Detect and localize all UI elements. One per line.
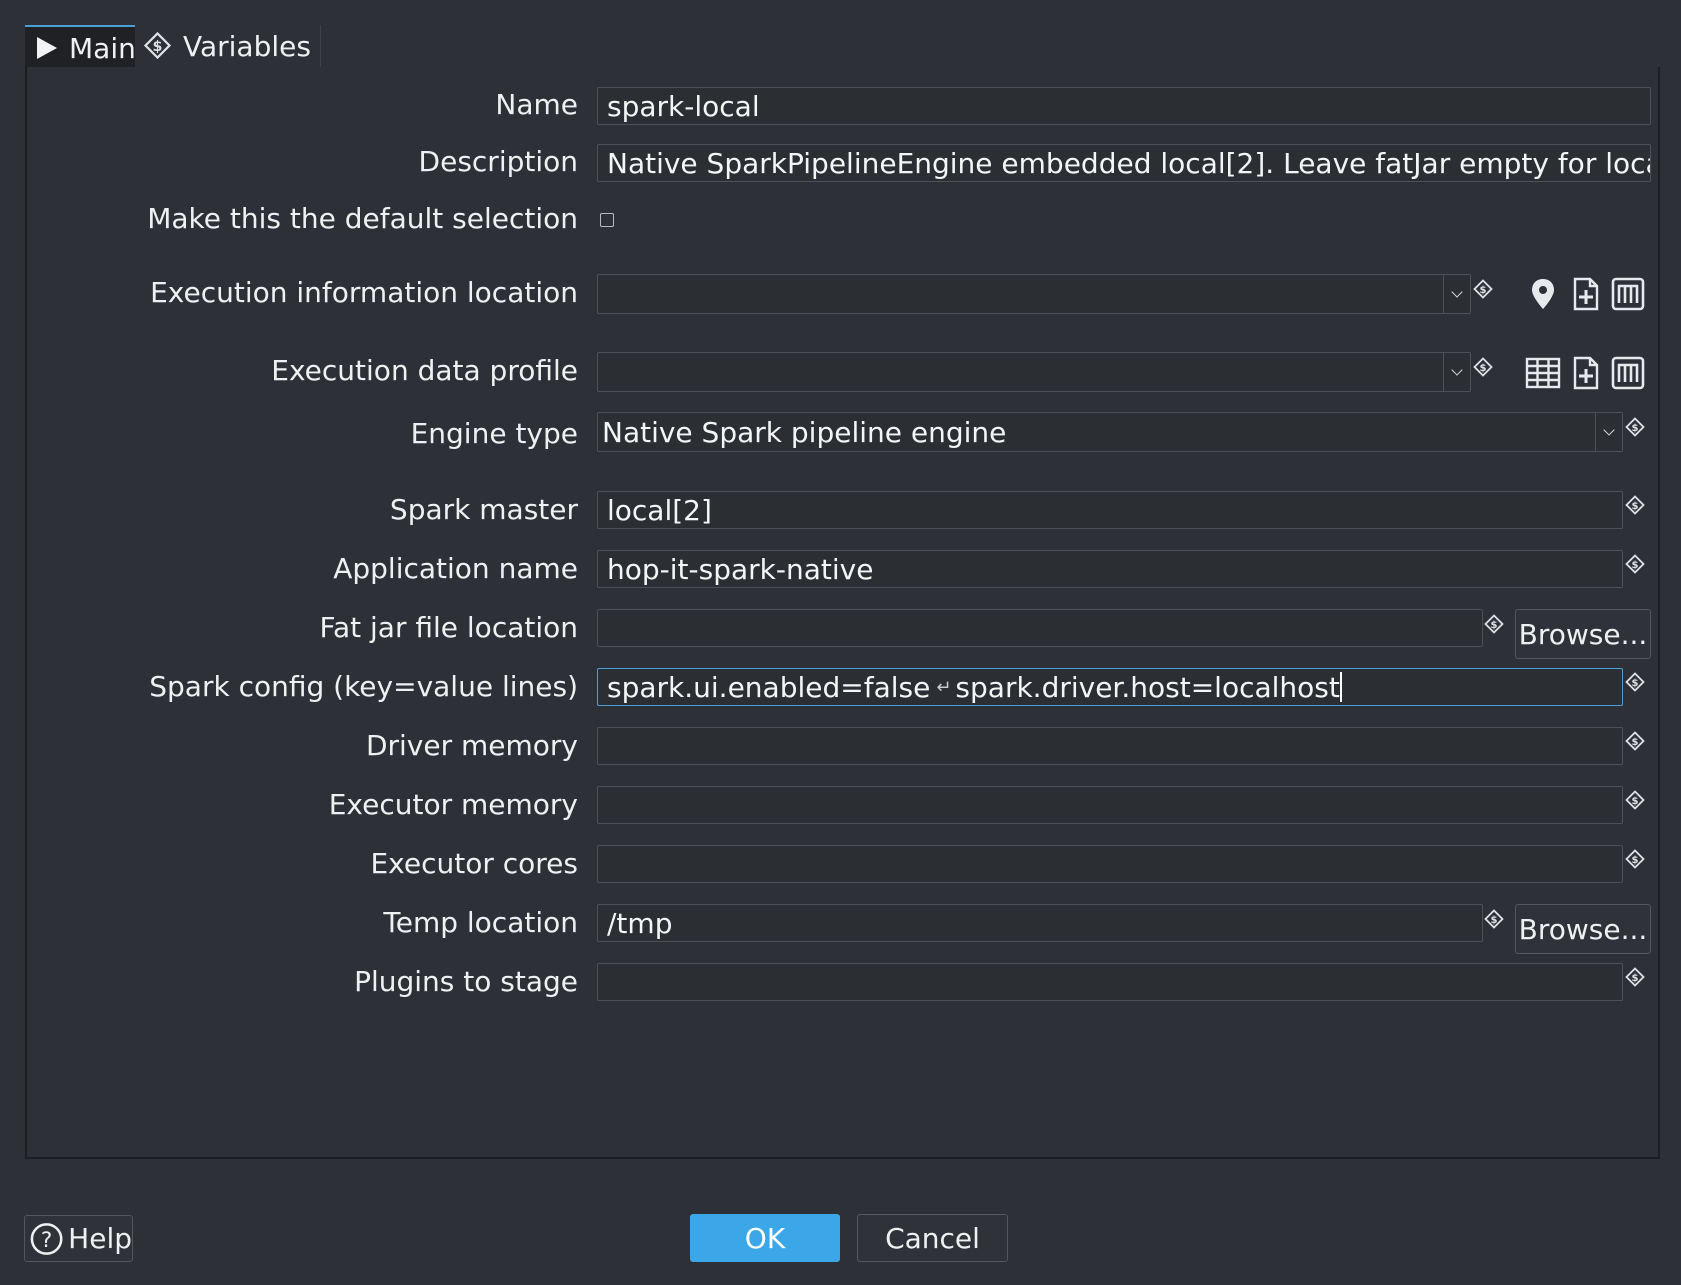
svg-text:$: $	[1632, 737, 1639, 748]
tab-main-label: Main	[69, 31, 136, 65]
exec-data-profile-label: Execution data profile	[271, 354, 578, 387]
svg-text:?: ?	[41, 1227, 52, 1252]
exec-info-location-label: Execution information location	[150, 276, 578, 309]
executor-cores-label: Executor cores	[370, 847, 578, 880]
executor-memory-label: Executor memory	[328, 788, 578, 821]
spark-config-input[interactable]: spark.ui.enabled=false ↵ spark.driver.ho…	[597, 668, 1623, 706]
variable-icon[interactable]: $	[1625, 417, 1645, 437]
svg-text:$: $	[1632, 501, 1639, 512]
variable-dollar-icon: $	[143, 31, 172, 60]
engine-type-combo[interactable]: Native Spark pipeline engine	[597, 412, 1623, 452]
description-input[interactable]: Native SparkPipelineEngine embedded loca…	[597, 144, 1651, 182]
fat-jar-input[interactable]	[597, 609, 1483, 647]
data-profile-grid-icon[interactable]	[1525, 355, 1561, 391]
svg-text:$: $	[153, 39, 163, 55]
spark-master-label: Spark master	[389, 493, 578, 526]
new-file-icon[interactable]	[1568, 355, 1604, 391]
variable-icon[interactable]: $	[1625, 790, 1645, 810]
spark-config-label: Spark config (key=value lines)	[149, 670, 578, 703]
new-file-icon[interactable]	[1568, 276, 1604, 312]
svg-text:$: $	[1491, 915, 1498, 926]
metadata-icon[interactable]	[1610, 355, 1646, 391]
app-name-input[interactable]: hop-it-spark-native	[597, 550, 1623, 588]
engine-type-label: Engine type	[410, 417, 578, 450]
metadata-icon[interactable]	[1610, 276, 1646, 312]
driver-memory-input[interactable]	[597, 727, 1623, 765]
svg-text:$: $	[1480, 285, 1487, 296]
plugins-to-stage-label: Plugins to stage	[354, 965, 578, 998]
default-selection-label: Make this the default selection	[147, 202, 578, 235]
executor-cores-input[interactable]	[597, 845, 1623, 883]
play-icon	[37, 37, 57, 59]
temp-location-input[interactable]: /tmp	[597, 904, 1483, 942]
default-selection-checkbox[interactable]	[600, 213, 614, 227]
temp-location-browse-button[interactable]: Browse...	[1515, 904, 1651, 954]
exec-data-profile-combo[interactable]	[597, 352, 1471, 392]
variable-icon[interactable]: $	[1625, 672, 1645, 692]
help-icon: ?	[30, 1222, 63, 1255]
svg-text:$: $	[1632, 423, 1639, 434]
spark-master-input[interactable]: local[2]	[597, 491, 1623, 529]
svg-text:$: $	[1480, 363, 1487, 374]
chevron-down-icon[interactable]	[1443, 353, 1470, 391]
engine-type-value: Native Spark pipeline engine	[602, 415, 1007, 449]
svg-text:$: $	[1632, 678, 1639, 689]
plugins-to-stage-input[interactable]	[597, 963, 1623, 1001]
svg-text:$: $	[1491, 620, 1498, 631]
spark-config-line-2: spark.driver.host=localhost	[955, 670, 1340, 704]
name-label: Name	[495, 88, 578, 121]
app-name-label: Application name	[333, 552, 578, 585]
line-break-icon: ↵	[936, 676, 952, 698]
svg-text:$: $	[1632, 560, 1639, 571]
variable-icon[interactable]: $	[1625, 731, 1645, 751]
variable-icon[interactable]: $	[1473, 279, 1493, 299]
spark-config-line-1: spark.ui.enabled=false	[607, 670, 931, 704]
location-pin-icon[interactable]	[1525, 276, 1561, 312]
tab-variables[interactable]: $ Variables	[137, 25, 321, 67]
fat-jar-label: Fat jar file location	[319, 611, 578, 644]
chevron-down-icon[interactable]	[1443, 275, 1470, 313]
tab-variables-label: Variables	[183, 29, 311, 63]
name-input[interactable]: spark-local	[597, 87, 1651, 125]
help-label: Help	[68, 1222, 132, 1255]
svg-text:$: $	[1632, 973, 1639, 984]
text-cursor	[1339, 672, 1342, 702]
chevron-down-icon[interactable]	[1595, 413, 1622, 451]
variable-icon[interactable]: $	[1473, 357, 1493, 377]
variable-icon[interactable]: $	[1484, 614, 1504, 634]
svg-text:$: $	[1632, 796, 1639, 807]
executor-memory-input[interactable]	[597, 786, 1623, 824]
fat-jar-browse-button[interactable]: Browse...	[1515, 609, 1651, 659]
variable-icon[interactable]: $	[1625, 495, 1645, 515]
cancel-button[interactable]: Cancel	[857, 1214, 1008, 1262]
tab-bar: Main $ Variables	[25, 25, 1658, 69]
variable-icon[interactable]: $	[1484, 909, 1504, 929]
exec-info-location-combo[interactable]	[597, 274, 1471, 314]
temp-location-label: Temp location	[383, 906, 578, 939]
description-label: Description	[418, 145, 578, 178]
variable-icon[interactable]: $	[1625, 849, 1645, 869]
variable-icon[interactable]: $	[1625, 554, 1645, 574]
driver-memory-label: Driver memory	[365, 729, 578, 762]
help-button[interactable]: ? Help	[24, 1215, 133, 1262]
svg-text:$: $	[1632, 855, 1639, 866]
tab-main[interactable]: Main	[25, 25, 136, 69]
ok-button[interactable]: OK	[690, 1214, 840, 1262]
variable-icon[interactable]: $	[1625, 967, 1645, 987]
